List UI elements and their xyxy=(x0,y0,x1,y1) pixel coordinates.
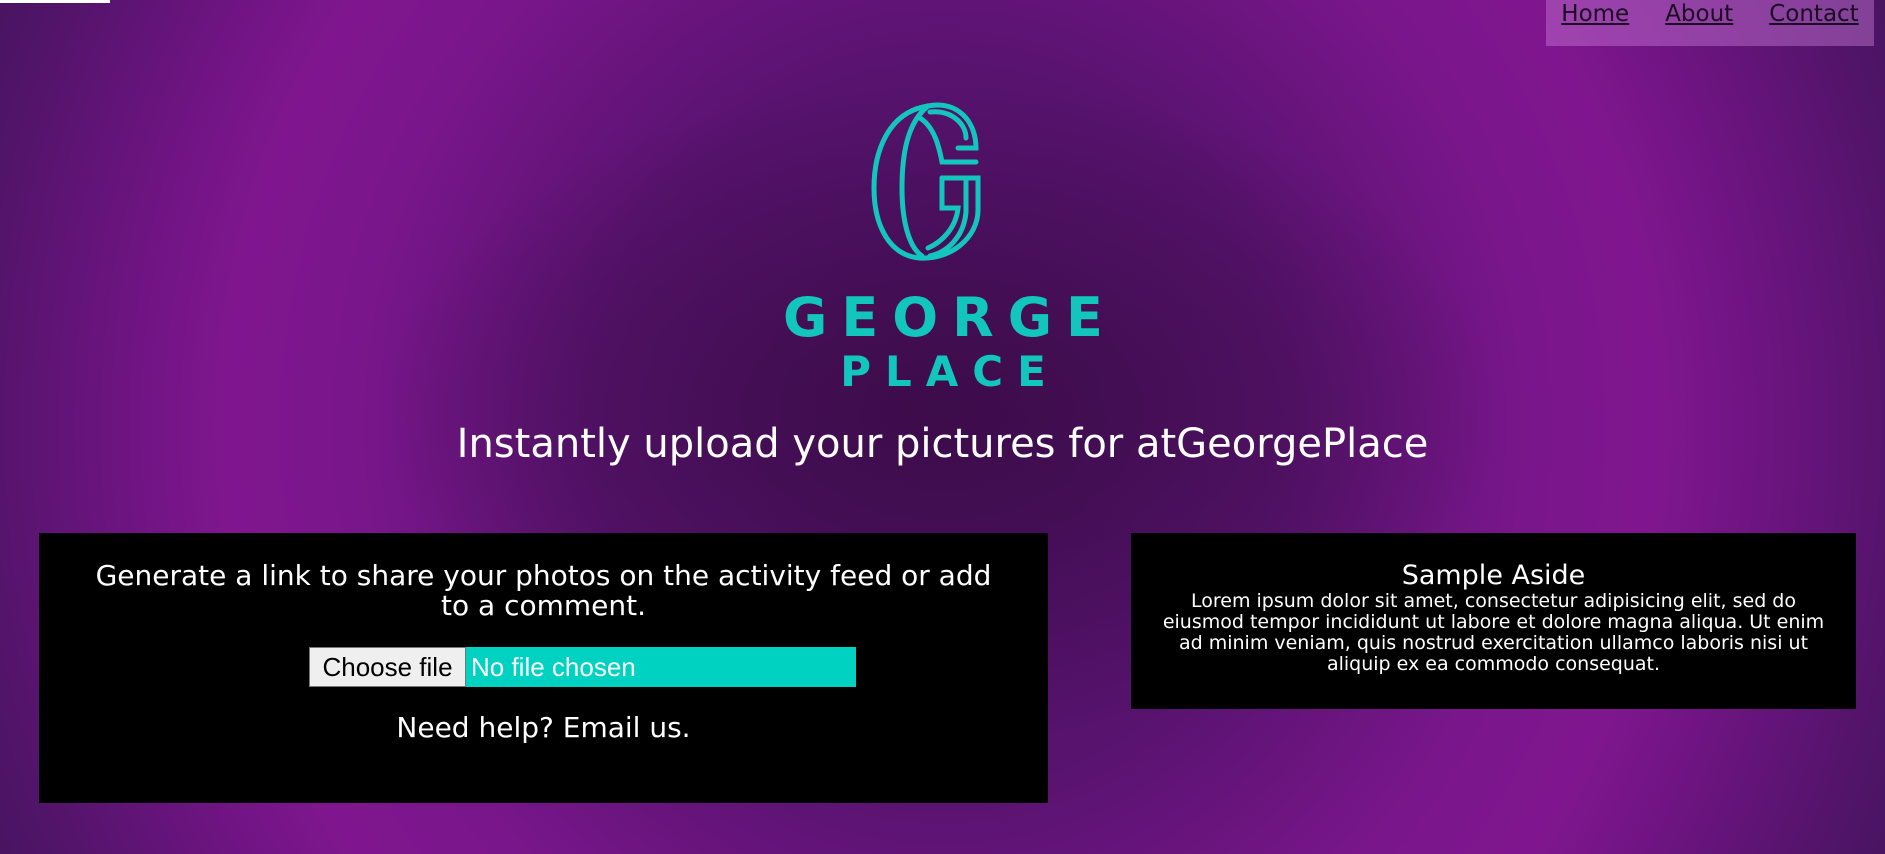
top-nav: Home About Contact xyxy=(1546,0,1874,46)
upload-intro-text: Generate a link to share your photos on … xyxy=(95,559,992,622)
file-input[interactable]: Choose file No file chosen xyxy=(309,647,856,687)
logo-word-george: GEORGE xyxy=(783,286,1117,349)
corner-element xyxy=(0,0,110,3)
help-email-text: Need help? Email us. xyxy=(396,711,691,744)
upload-panel: Generate a link to share your photos on … xyxy=(39,533,1048,803)
george-place-logo: GEORGE PLACE xyxy=(770,92,1130,392)
sample-aside: Sample Aside Lorem ipsum dolor sit amet,… xyxy=(1131,533,1856,709)
choose-file-button[interactable]: Choose file xyxy=(309,647,466,687)
logo-word-place: PLACE xyxy=(840,347,1060,392)
page-tagline: Instantly upload your pictures for atGeo… xyxy=(456,421,1429,467)
nav-link-contact[interactable]: Contact xyxy=(1769,0,1858,28)
g-monogram-icon: GEORGE PLACE xyxy=(783,102,1117,392)
aside-title: Sample Aside xyxy=(1401,560,1586,591)
nav-link-about[interactable]: About xyxy=(1665,0,1733,28)
aside-body-text: Lorem ipsum dolor sit amet, consectetur … xyxy=(1162,590,1825,675)
nav-link-home[interactable]: Home xyxy=(1561,0,1629,28)
file-status-text: No file chosen xyxy=(466,647,856,687)
